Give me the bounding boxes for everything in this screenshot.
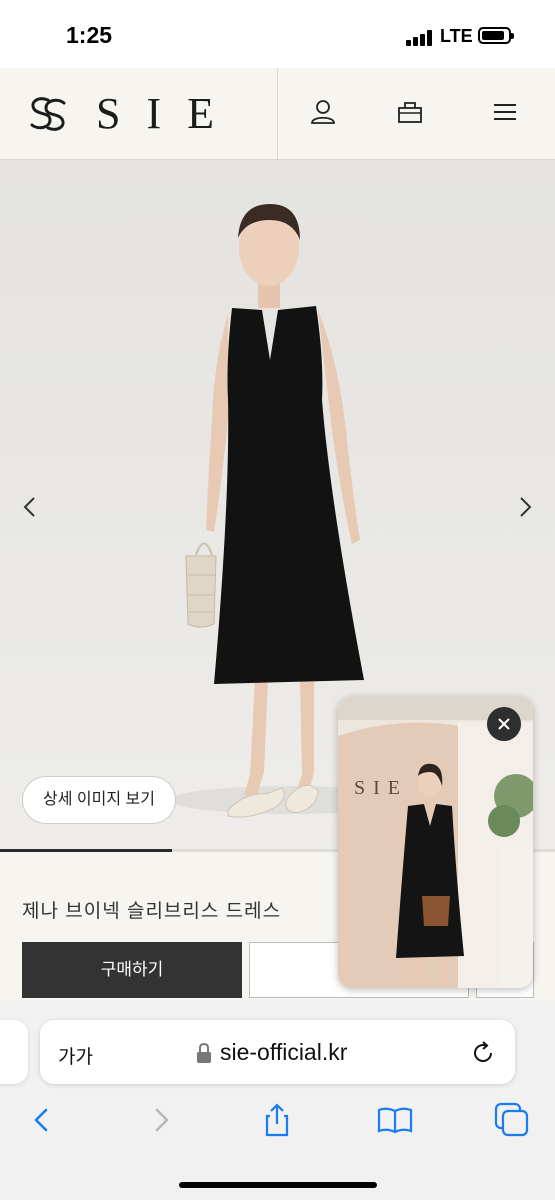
back-icon[interactable] (24, 1102, 60, 1138)
forward-icon[interactable] (143, 1102, 179, 1138)
brand-name[interactable]: SIE (96, 88, 240, 139)
logo-icon[interactable] (26, 94, 70, 134)
next-slide-icon[interactable] (515, 495, 535, 519)
network-label: LTE (440, 26, 473, 46)
bookmarks-icon[interactable] (377, 1102, 413, 1138)
tabs-icon[interactable] (494, 1102, 530, 1138)
share-icon[interactable] (259, 1102, 295, 1138)
lock-icon (197, 1042, 211, 1063)
reload-icon[interactable] (470, 1040, 496, 1066)
signal-icon (406, 30, 436, 46)
product-title: 제나 브이넥 슬리브리스 드레스 (22, 901, 282, 922)
url-text[interactable]: sie-official.kr (220, 1039, 347, 1066)
shopping-bag-icon[interactable] (396, 98, 424, 126)
detail-images-button[interactable]: 상세 이미지 보기 (22, 776, 176, 824)
status-time: 1:25 (66, 22, 113, 48)
previous-tab-preview[interactable] (0, 1020, 28, 1084)
close-icon[interactable] (487, 707, 521, 741)
prev-slide-icon[interactable] (20, 495, 40, 519)
header-divider (277, 68, 278, 160)
home-indicator[interactable] (179, 1182, 377, 1188)
carousel-progress-fill (0, 849, 173, 852)
battery-icon (478, 27, 514, 44)
account-icon[interactable] (309, 98, 337, 126)
status-bar: 1:25 LTE (0, 0, 555, 68)
buy-button[interactable]: 구매하기 (22, 942, 242, 998)
menu-icon[interactable] (491, 98, 519, 126)
text-size-button[interactable]: 가가 (58, 1042, 93, 1069)
video-sign-text: SIE (354, 777, 408, 799)
